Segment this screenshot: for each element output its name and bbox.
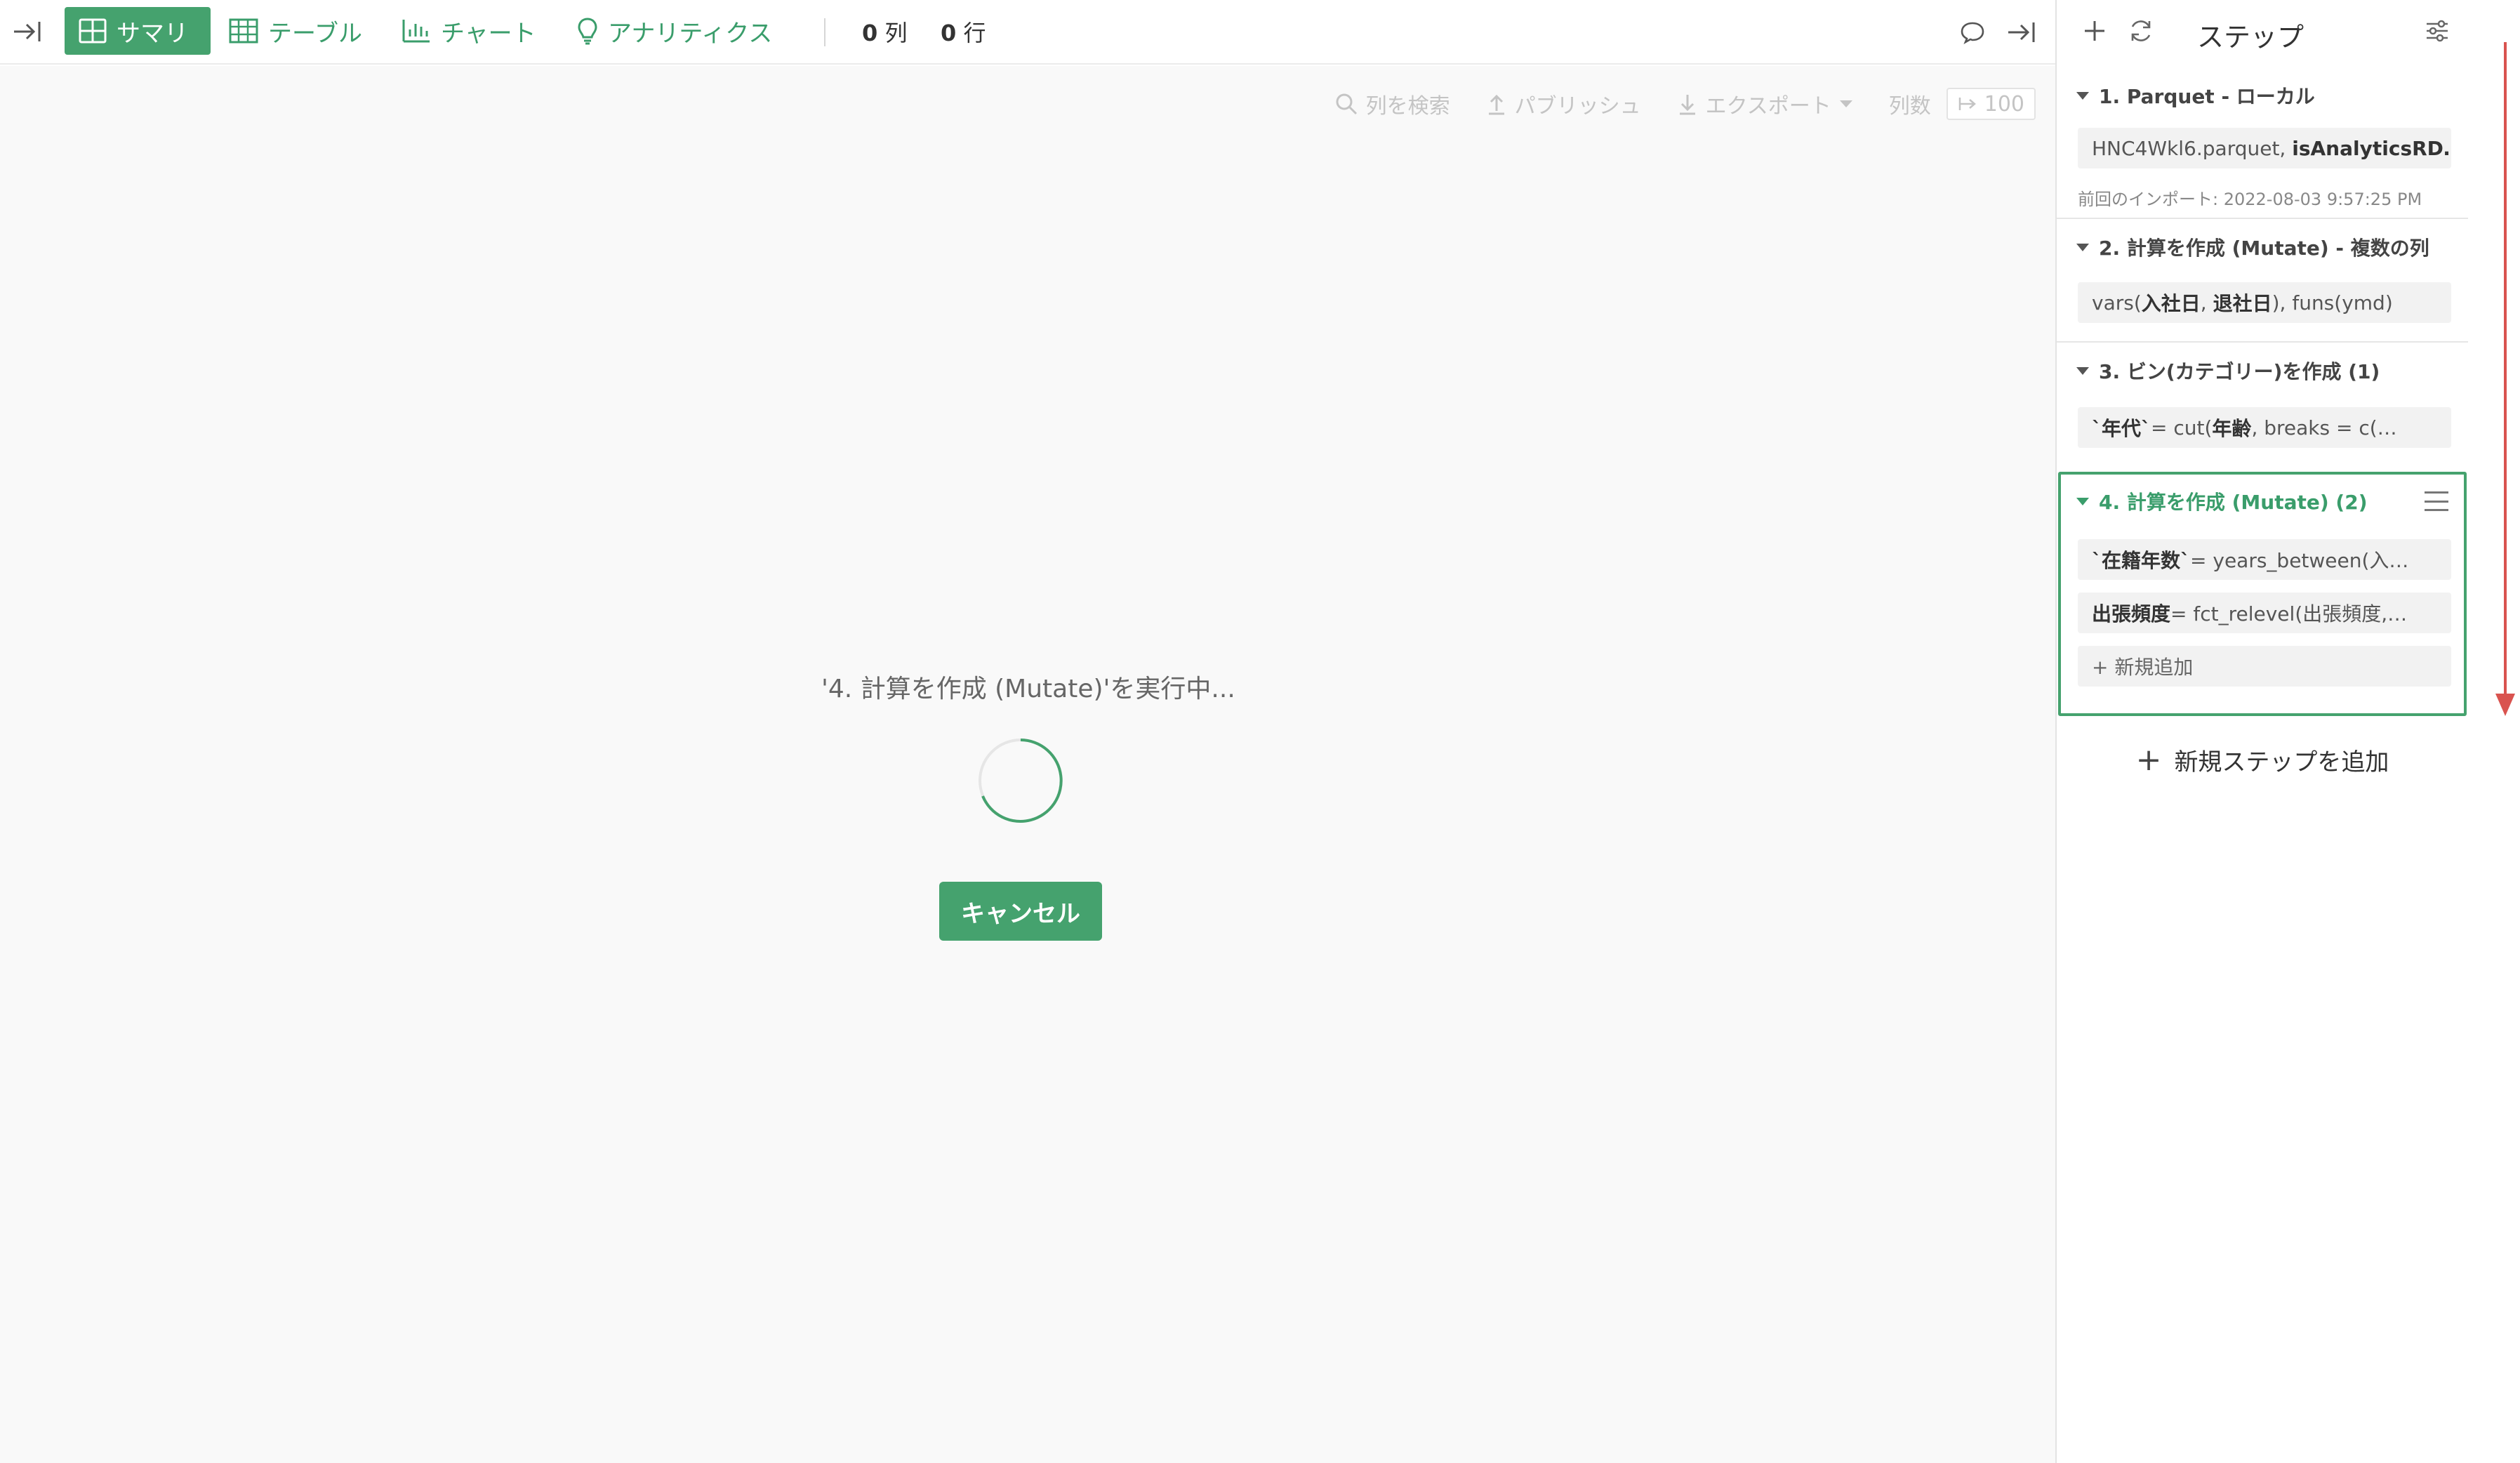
columns-limit-label: 列数 100 [1889,88,2036,120]
comment-icon[interactable] [1956,15,1989,49]
scroll-down-arrow-icon [2495,42,2515,716]
caret-down-icon [2076,243,2089,251]
step-4-active[interactable]: 4. 計算を作成 (Mutate) (2) `在籍年数` = years_bet… [2058,472,2467,716]
tab-table[interactable]: テーブル [229,7,362,55]
steps-panel-header: ステップ [2057,0,2468,63]
chevron-down-icon [1839,100,1852,107]
cancel-button[interactable]: キャンセル [939,882,1102,941]
step-2[interactable]: 2. 計算を作成 (Mutate) - 複数の列 vars(入社日, 退社日),… [2057,219,2468,343]
refresh-icon[interactable] [2124,14,2158,48]
tab-summary-label: サマリ [117,19,188,48]
upload-icon [1487,93,1506,115]
summary-grid-icon [79,18,107,44]
loading-spinner-icon [979,739,1063,823]
tab-chart[interactable]: チャート [402,7,536,55]
search-columns-button[interactable]: 列を検索 [1335,88,1450,119]
tab-analytics-label: アナリティクス [608,19,773,48]
add-step-button[interactable]: + 新規ステップを追加 [2057,739,2468,781]
publish-button[interactable]: パブリッシュ [1487,88,1641,119]
columns-limit-input[interactable]: 100 [1946,88,2036,120]
search-icon [1335,93,1358,115]
step-3-chip[interactable]: `年代` = cut(年齢, breaks = c(… [2078,407,2451,448]
steps-panel-title: ステップ [2197,22,2305,53]
caret-down-icon [2076,497,2089,505]
lightbulb-icon [577,17,598,45]
caret-down-icon [2076,366,2089,375]
column-count: 0 列 [862,20,908,46]
caret-down-icon [2076,91,2089,100]
bar-chart-icon [402,18,431,44]
settings-sliders-icon[interactable] [2420,14,2454,48]
limit-arrow-icon [1958,95,1977,112]
table-icon [229,18,258,44]
step-3[interactable]: 3. ビン(カテゴリー)を作成 (1) `年代` = cut(年齢, break… [2057,343,2468,472]
step-3-title[interactable]: 3. ビン(カテゴリー)を作成 (1) [2076,357,2380,385]
download-icon [1678,93,1697,115]
step-4-title[interactable]: 4. 計算を作成 (Mutate) (2) [2076,487,2368,515]
add-new-calculation-button[interactable]: + 新規追加 [2078,646,2451,687]
steps-panel: ステップ 1. Parquet - ローカル HNC4Wkl6.parquet,… [2055,0,2468,1463]
row-count: 0 行 [941,20,986,46]
step-4-chip-2[interactable]: 出張頻度 = fct_relevel(出張頻度,… [2078,593,2451,633]
running-status-text: '4. 計算を作成 (Mutate)'を実行中... [821,675,1235,703]
export-button[interactable]: エクスポート [1678,88,1852,119]
hamburger-menu-icon[interactable] [2425,491,2448,511]
step-1-title[interactable]: 1. Parquet - ローカル [2076,81,2315,110]
plus-icon: + [2135,741,2162,778]
step-1-import-time: 前回のインポート: 2022-08-03 9:57:25 PM [2078,190,2422,209]
step-2-title[interactable]: 2. 計算を作成 (Mutate) - 複数の列 [2076,233,2429,261]
add-icon[interactable] [2078,14,2111,48]
tab-chart-label: チャート [441,19,536,48]
step-2-chip[interactable]: vars(入社日, 退社日), funs(ymd) [2078,282,2451,323]
top-toolbar: サマリ テーブル チャート アナリティクス 0 列 0 行 [0,0,2055,65]
step-1-chip[interactable]: HNC4Wkl6.parquet, isAnalyticsRD… [2078,128,2451,168]
collapse-right-icon[interactable] [2005,15,2038,49]
data-toolbar: 列を検索 パブリッシュ エクスポート 列数 100 [1299,84,2036,124]
tab-summary[interactable]: サマリ [65,7,211,55]
tab-analytics[interactable]: アナリティクス [577,7,772,55]
collapse-left-icon[interactable] [10,15,45,48]
toolbar-divider [824,18,825,46]
step-1[interactable]: 1. Parquet - ローカル HNC4Wkl6.parquet, isAn… [2057,67,2468,219]
tab-table-label: テーブル [268,19,362,48]
step-4-chip-1[interactable]: `在籍年数` = years_between(入… [2078,539,2451,580]
